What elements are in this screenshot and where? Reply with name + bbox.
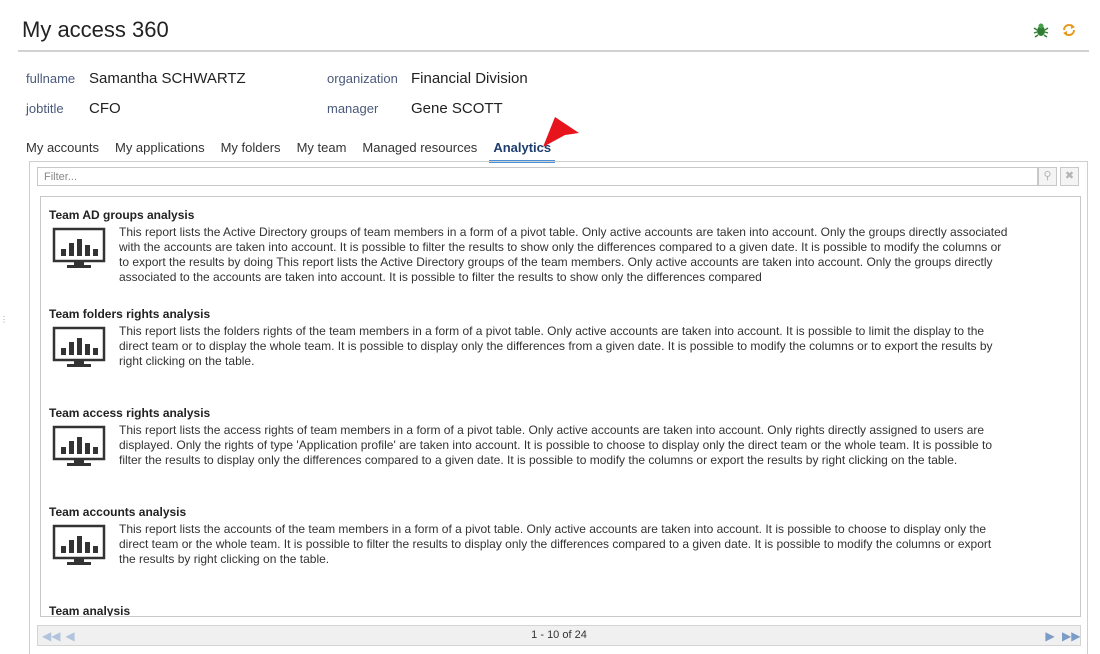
- fullname-label: fullname: [26, 71, 76, 86]
- jobtitle-label: jobtitle: [26, 101, 64, 116]
- list-item[interactable]: Team folders rights analysis This report…: [49, 307, 1069, 368]
- list-item[interactable]: Team analysis: [49, 604, 1069, 616]
- page-title: My access 360: [22, 17, 169, 42]
- chart-monitor-icon: [52, 425, 106, 466]
- report-title[interactable]: Team access rights analysis: [49, 406, 1069, 420]
- jobtitle-value: CFO: [89, 100, 121, 117]
- tab-managed-resources[interactable]: Managed resources: [358, 139, 481, 160]
- report-description: This report lists the folders rights of …: [119, 324, 993, 368]
- report-description: This report lists the Active Directory g…: [119, 225, 1008, 284]
- report-title[interactable]: Team analysis: [49, 604, 1069, 616]
- manager-label: manager: [327, 101, 379, 116]
- chart-monitor-icon: [52, 227, 106, 268]
- search-icon[interactable]: ⚲: [1038, 167, 1057, 186]
- list-item[interactable]: Team accounts analysis This report lists…: [49, 505, 1069, 566]
- tab-my-folders[interactable]: My folders: [217, 139, 285, 160]
- splitter-handle[interactable]: ⋮: [0, 316, 8, 324]
- red-arrow-pointer-icon: [543, 117, 579, 147]
- refresh-icon[interactable]: [1060, 21, 1078, 39]
- next-page-icon[interactable]: ▶: [1042, 628, 1058, 644]
- chart-monitor-icon: [52, 326, 106, 367]
- report-list: Team AD groups analysis This report list…: [40, 196, 1081, 617]
- filter-input[interactable]: Filter...: [37, 167, 1038, 186]
- report-title[interactable]: Team folders rights analysis: [49, 307, 1069, 321]
- chart-monitor-icon: [52, 524, 106, 565]
- organization-value: Financial Division: [411, 70, 528, 87]
- page-count: 1 - 10 of 24: [531, 629, 587, 641]
- tab-bar: My accounts My applications My folders M…: [22, 139, 563, 163]
- last-page-icon[interactable]: ▶▶: [1062, 628, 1080, 644]
- report-title[interactable]: Team AD groups analysis: [49, 208, 1069, 222]
- organization-label: organization: [327, 71, 398, 86]
- clear-icon[interactable]: ✖: [1060, 167, 1079, 186]
- report-description: This report lists the access rights of t…: [119, 423, 993, 467]
- list-item[interactable]: Team AD groups analysis This report list…: [49, 208, 1069, 284]
- list-item[interactable]: Team access rights analysis This report …: [49, 406, 1069, 467]
- header-actions: [1032, 21, 1078, 39]
- manager-value: Gene SCOTT: [411, 100, 503, 117]
- pagination-bar: ◀◀ ◀ 1 - 10 of 24 ▶ ▶▶: [37, 625, 1081, 646]
- tab-my-team[interactable]: My team: [293, 139, 351, 160]
- tab-my-applications[interactable]: My applications: [111, 139, 209, 160]
- bug-icon[interactable]: [1032, 21, 1050, 39]
- report-description: This report lists the accounts of the te…: [119, 522, 992, 566]
- report-title[interactable]: Team accounts analysis: [49, 505, 1069, 519]
- title-divider: [18, 50, 1089, 52]
- tab-my-accounts[interactable]: My accounts: [22, 139, 103, 160]
- fullname-value: Samantha SCHWARTZ: [89, 70, 246, 87]
